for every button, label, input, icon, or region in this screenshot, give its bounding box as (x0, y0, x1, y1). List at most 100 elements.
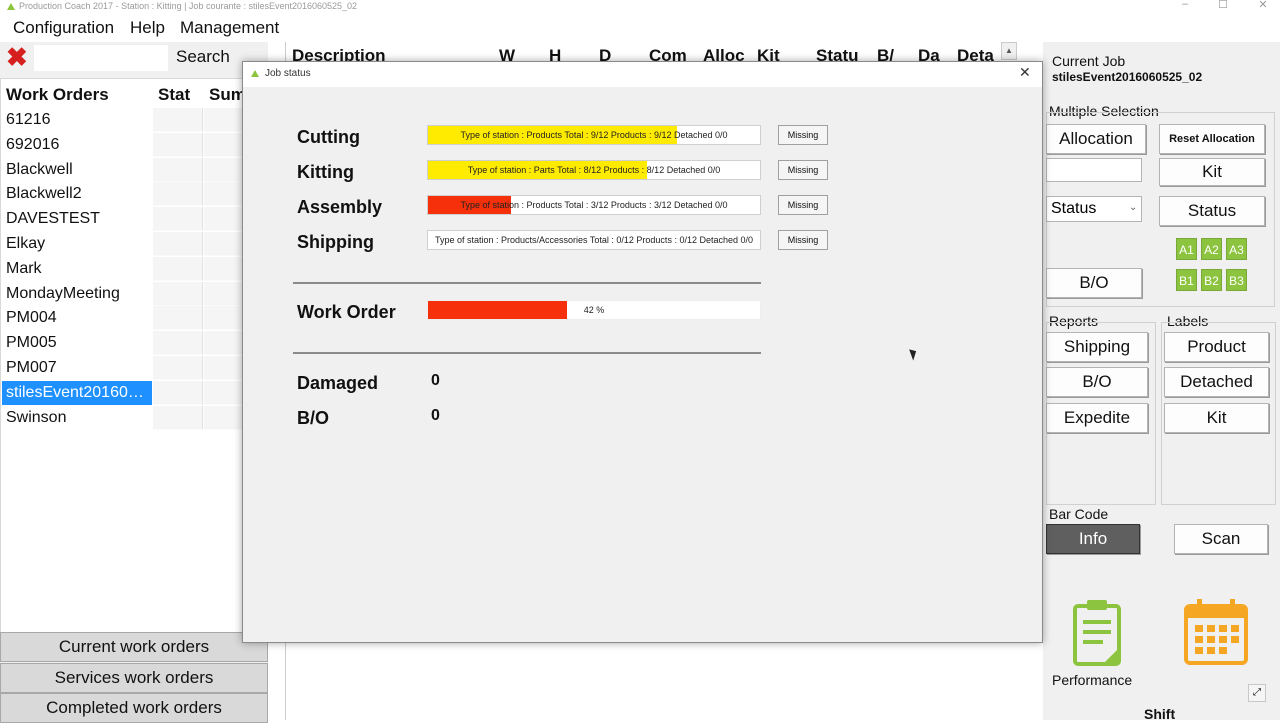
work-order-status-cell[interactable] (153, 405, 203, 430)
menu-configuration[interactable]: Configuration (13, 18, 114, 38)
allocation-b1-badge[interactable]: B1 (1176, 269, 1197, 291)
allocation-input[interactable] (1046, 158, 1142, 182)
allocation-b2-badge[interactable]: B2 (1201, 269, 1222, 291)
status-button[interactable]: Status (1159, 196, 1265, 226)
report-shipping-button[interactable]: Shipping (1046, 332, 1148, 362)
allocation-a3-badge[interactable]: A3 (1226, 238, 1247, 260)
menu-bar: Configuration Help Management (0, 14, 285, 42)
control-panel: Current Job stilesEvent2016060525_02 Mul… (1043, 42, 1280, 722)
reset-allocation-button[interactable]: Reset Allocation (1159, 124, 1265, 154)
report-bo-button[interactable]: B/O (1046, 367, 1148, 397)
work-orders-table: Work Orders Stat Sum 61216 692016 Blackwel… (0, 78, 268, 640)
work-order-status-cell[interactable] (153, 207, 203, 232)
info-button[interactable]: Info (1046, 524, 1140, 554)
missing-button[interactable]: Missing (778, 230, 828, 250)
performance-report-icon[interactable] (1073, 598, 1121, 666)
status-select[interactable]: Status ⌄ (1046, 196, 1142, 222)
damaged-label: Damaged (297, 373, 379, 393)
work-order-row[interactable]: Blackwell (2, 158, 152, 182)
label-detached-button[interactable]: Detached (1164, 367, 1269, 397)
work-order-status-cell[interactable] (153, 132, 203, 157)
bo-count-value: 0 (431, 407, 440, 424)
current-job-value: stilesEvent2016060525_02 (1052, 70, 1203, 84)
work-order-status-cell[interactable] (153, 356, 203, 380)
minimize-button[interactable]: – (1170, 0, 1200, 10)
stage-progress-bar: Type of station : Parts Total : 8/12 Pro… (427, 160, 761, 180)
bar-code-label: Bar Code (1049, 506, 1109, 522)
calendar-icon[interactable] (1183, 598, 1249, 666)
work-order-row[interactable]: PM007 (2, 356, 152, 380)
title-bar: Production Coach 2017 - Station : Kittin… (0, 0, 1280, 14)
search-input[interactable] (34, 45, 168, 71)
missing-button[interactable]: Missing (778, 195, 828, 215)
work-order-status-cell[interactable] (153, 256, 203, 281)
work-order-row[interactable]: 61216 (2, 108, 152, 132)
work-order-row[interactable]: MondayMeeting (2, 282, 152, 306)
work-order-status-cell[interactable] (153, 380, 203, 405)
bo-button[interactable]: B/O (1046, 268, 1142, 298)
work-order-row[interactable]: PM004 (2, 306, 152, 330)
missing-button[interactable]: Missing (778, 125, 828, 145)
work-order-status-cell[interactable] (153, 232, 203, 256)
scan-button[interactable]: Scan (1174, 524, 1268, 554)
work-order-status-cell[interactable] (153, 281, 203, 306)
clear-search-icon[interactable]: ✖ (6, 44, 28, 70)
work-order-progress-text: 42 % (583, 305, 605, 315)
chevron-down-icon: ⌄ (1129, 202, 1138, 213)
dialog-title-bar: Job status ✕ (243, 62, 1042, 87)
work-orders-panel: ✖ Search Work Orders Stat Sum 61216 69201… (0, 42, 268, 723)
work-order-status-cell[interactable] (153, 157, 203, 182)
work-order-row[interactable]: Swinson (2, 406, 152, 430)
scroll-up-icon[interactable]: ▲ (1001, 42, 1017, 60)
stage-label-shipping: Shipping (297, 232, 374, 252)
divider (293, 352, 761, 354)
work-order-row[interactable]: PM005 (2, 331, 152, 355)
work-order-status-cell[interactable] (153, 331, 203, 356)
label-product-button[interactable]: Product (1164, 332, 1269, 362)
work-order-row[interactable]: Mark (2, 257, 152, 281)
damaged-value: 0 (431, 372, 440, 389)
allocation-a1-badge[interactable]: A1 (1176, 238, 1197, 260)
window-close-button[interactable]: ✕ (1248, 0, 1278, 11)
stage-label-kitting: Kitting (297, 162, 354, 182)
search-label: Search (176, 47, 230, 66)
allocation-button[interactable]: Allocation (1046, 124, 1146, 154)
current-job-label: Current Job (1052, 53, 1126, 69)
app-icon (7, 3, 15, 10)
work-order-row[interactable]: 692016 (2, 133, 152, 157)
allocation-a2-badge[interactable]: A2 (1201, 238, 1222, 260)
work-order-label: Work Order (297, 302, 396, 322)
allocation-b3-badge[interactable]: B3 (1226, 269, 1247, 291)
work-order-status-cell[interactable] (153, 182, 203, 207)
report-expedite-button[interactable]: Expedite (1046, 403, 1148, 433)
divider (293, 282, 761, 284)
job-status-dialog: Job status ✕ Cutting Type of station : Pr… (242, 61, 1043, 643)
dialog-close-button[interactable]: ✕ (1019, 64, 1031, 81)
current-work-orders-button[interactable]: Current work orders (0, 632, 268, 662)
stage-progress-bar: Type of station : Products Total : 9/12 … (427, 125, 761, 145)
work-order-status-cell[interactable] (153, 306, 203, 331)
menu-management[interactable]: Management (180, 18, 279, 38)
maximize-button[interactable]: ☐ (1208, 0, 1238, 11)
bo-count-label: B/O (297, 408, 330, 428)
window-title: Production Coach 2017 - Station : Kittin… (19, 1, 358, 11)
work-order-row[interactable]: stilesEvent20160… (2, 380, 152, 405)
missing-button[interactable]: Missing (778, 160, 828, 180)
completed-work-orders-button[interactable]: Completed work orders (0, 693, 268, 723)
work-order-row[interactable]: DAVESTEST (2, 207, 152, 231)
status-select-value: Status (1051, 200, 1097, 217)
kit-button[interactable]: Kit (1159, 158, 1265, 186)
work-order-status-cell[interactable] (153, 108, 203, 132)
work-order-row[interactable]: Elkay (2, 232, 152, 256)
stage-progress-text: Type of station : Products/Accessories T… (434, 235, 753, 245)
label-kit-button[interactable]: Kit (1164, 403, 1269, 433)
dialog-title: Job status (265, 68, 311, 79)
expand-icon[interactable]: ⤢ (1248, 684, 1266, 702)
services-work-orders-button[interactable]: Services work orders (0, 663, 268, 693)
menu-help[interactable]: Help (130, 18, 165, 38)
stage-label-assembly: Assembly (297, 197, 383, 217)
stage-progress-bar: Type of station : Products Total : 3/12 … (427, 195, 761, 215)
stage-progress-text: Type of station : Products Total : 9/12 … (460, 130, 728, 140)
stage-label-cutting: Cutting (297, 127, 360, 147)
work-order-row[interactable]: Blackwell2 (2, 182, 152, 206)
